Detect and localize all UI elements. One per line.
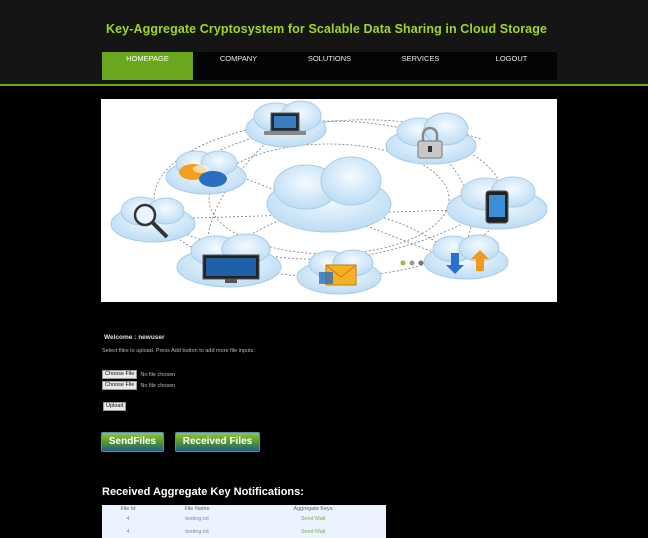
aggregate-keys-table: File Id File Name Aggregate Keys 4 testi… xyxy=(102,505,386,538)
file-id-cell: 4 xyxy=(126,528,130,535)
table-row: 4 testing.txt Send Mail xyxy=(102,513,386,525)
received-files-button[interactable]: Received Files xyxy=(175,432,260,452)
table-header-row: File Id File Name Aggregate Keys xyxy=(102,505,386,513)
send-mail-link[interactable]: Send Mail xyxy=(301,516,325,522)
chat-bubbles-icon xyxy=(165,150,247,195)
header-divider xyxy=(0,84,648,86)
status-dots xyxy=(400,260,424,266)
envelope-icon xyxy=(296,249,382,295)
upload-button[interactable]: Upload xyxy=(103,402,127,411)
cloud-network-banner xyxy=(101,99,557,302)
site-title: Key-Aggregate Cryptosystem for Scalable … xyxy=(106,22,548,36)
upload-instructions: Select files to upload. Press Add button… xyxy=(102,348,255,354)
send-mail-cell: Send Mail xyxy=(240,513,386,525)
download-upload-icon xyxy=(423,234,509,280)
tablet-icon xyxy=(446,176,548,230)
column-header-file-id: File Id xyxy=(120,506,136,513)
central-cloud xyxy=(266,156,392,233)
welcome-text: Welcome : newuser xyxy=(104,334,165,341)
nav-item-logout[interactable]: LOGOUT xyxy=(466,52,557,80)
main-nav: HOMEPAGE COMPANY SOLUTIONS SERVICES LOGO… xyxy=(102,52,557,80)
no-file-label: No file chosen xyxy=(140,382,176,389)
file-input-row: Choose File No file chosen xyxy=(102,381,175,390)
nav-item-homepage[interactable]: HOMEPAGE xyxy=(102,52,193,80)
table-row: 4 testing.txt Send Mail xyxy=(102,526,386,538)
lock-icon xyxy=(385,112,477,165)
file-name-cell: testing.txt xyxy=(185,516,209,523)
no-file-label: No file chosen xyxy=(140,371,176,378)
column-header-aggregate-keys: Aggregate Keys xyxy=(293,506,333,513)
laptop-icon xyxy=(245,100,327,148)
nav-item-services[interactable]: SERVICES xyxy=(375,52,466,80)
magnifier-icon xyxy=(110,196,196,243)
nav-item-solutions[interactable]: SOLUTIONS xyxy=(284,52,375,80)
nav-item-company[interactable]: COMPANY xyxy=(193,52,284,80)
notifications-title: Received Aggregate Key Notifications: xyxy=(102,486,304,498)
send-mail-link[interactable]: Send Mail xyxy=(301,529,325,535)
site-header: Key-Aggregate Cryptosystem for Scalable … xyxy=(0,0,648,84)
choose-file-button[interactable]: Choose File xyxy=(102,370,138,379)
file-name-cell: testing.txt xyxy=(185,528,209,535)
send-files-button[interactable]: SendFiles xyxy=(101,432,164,452)
send-mail-cell: Send Mail xyxy=(240,526,386,538)
choose-file-button[interactable]: Choose File xyxy=(102,381,138,390)
file-id-cell: 4 xyxy=(126,516,130,523)
file-input-row: Choose File No file chosen xyxy=(102,370,175,379)
column-header-file-name: File Name xyxy=(184,506,210,513)
cloud-network-illustration xyxy=(110,100,548,295)
page: Key-Aggregate Cryptosystem for Scalable … xyxy=(0,0,648,538)
monitor-icon xyxy=(176,233,282,288)
